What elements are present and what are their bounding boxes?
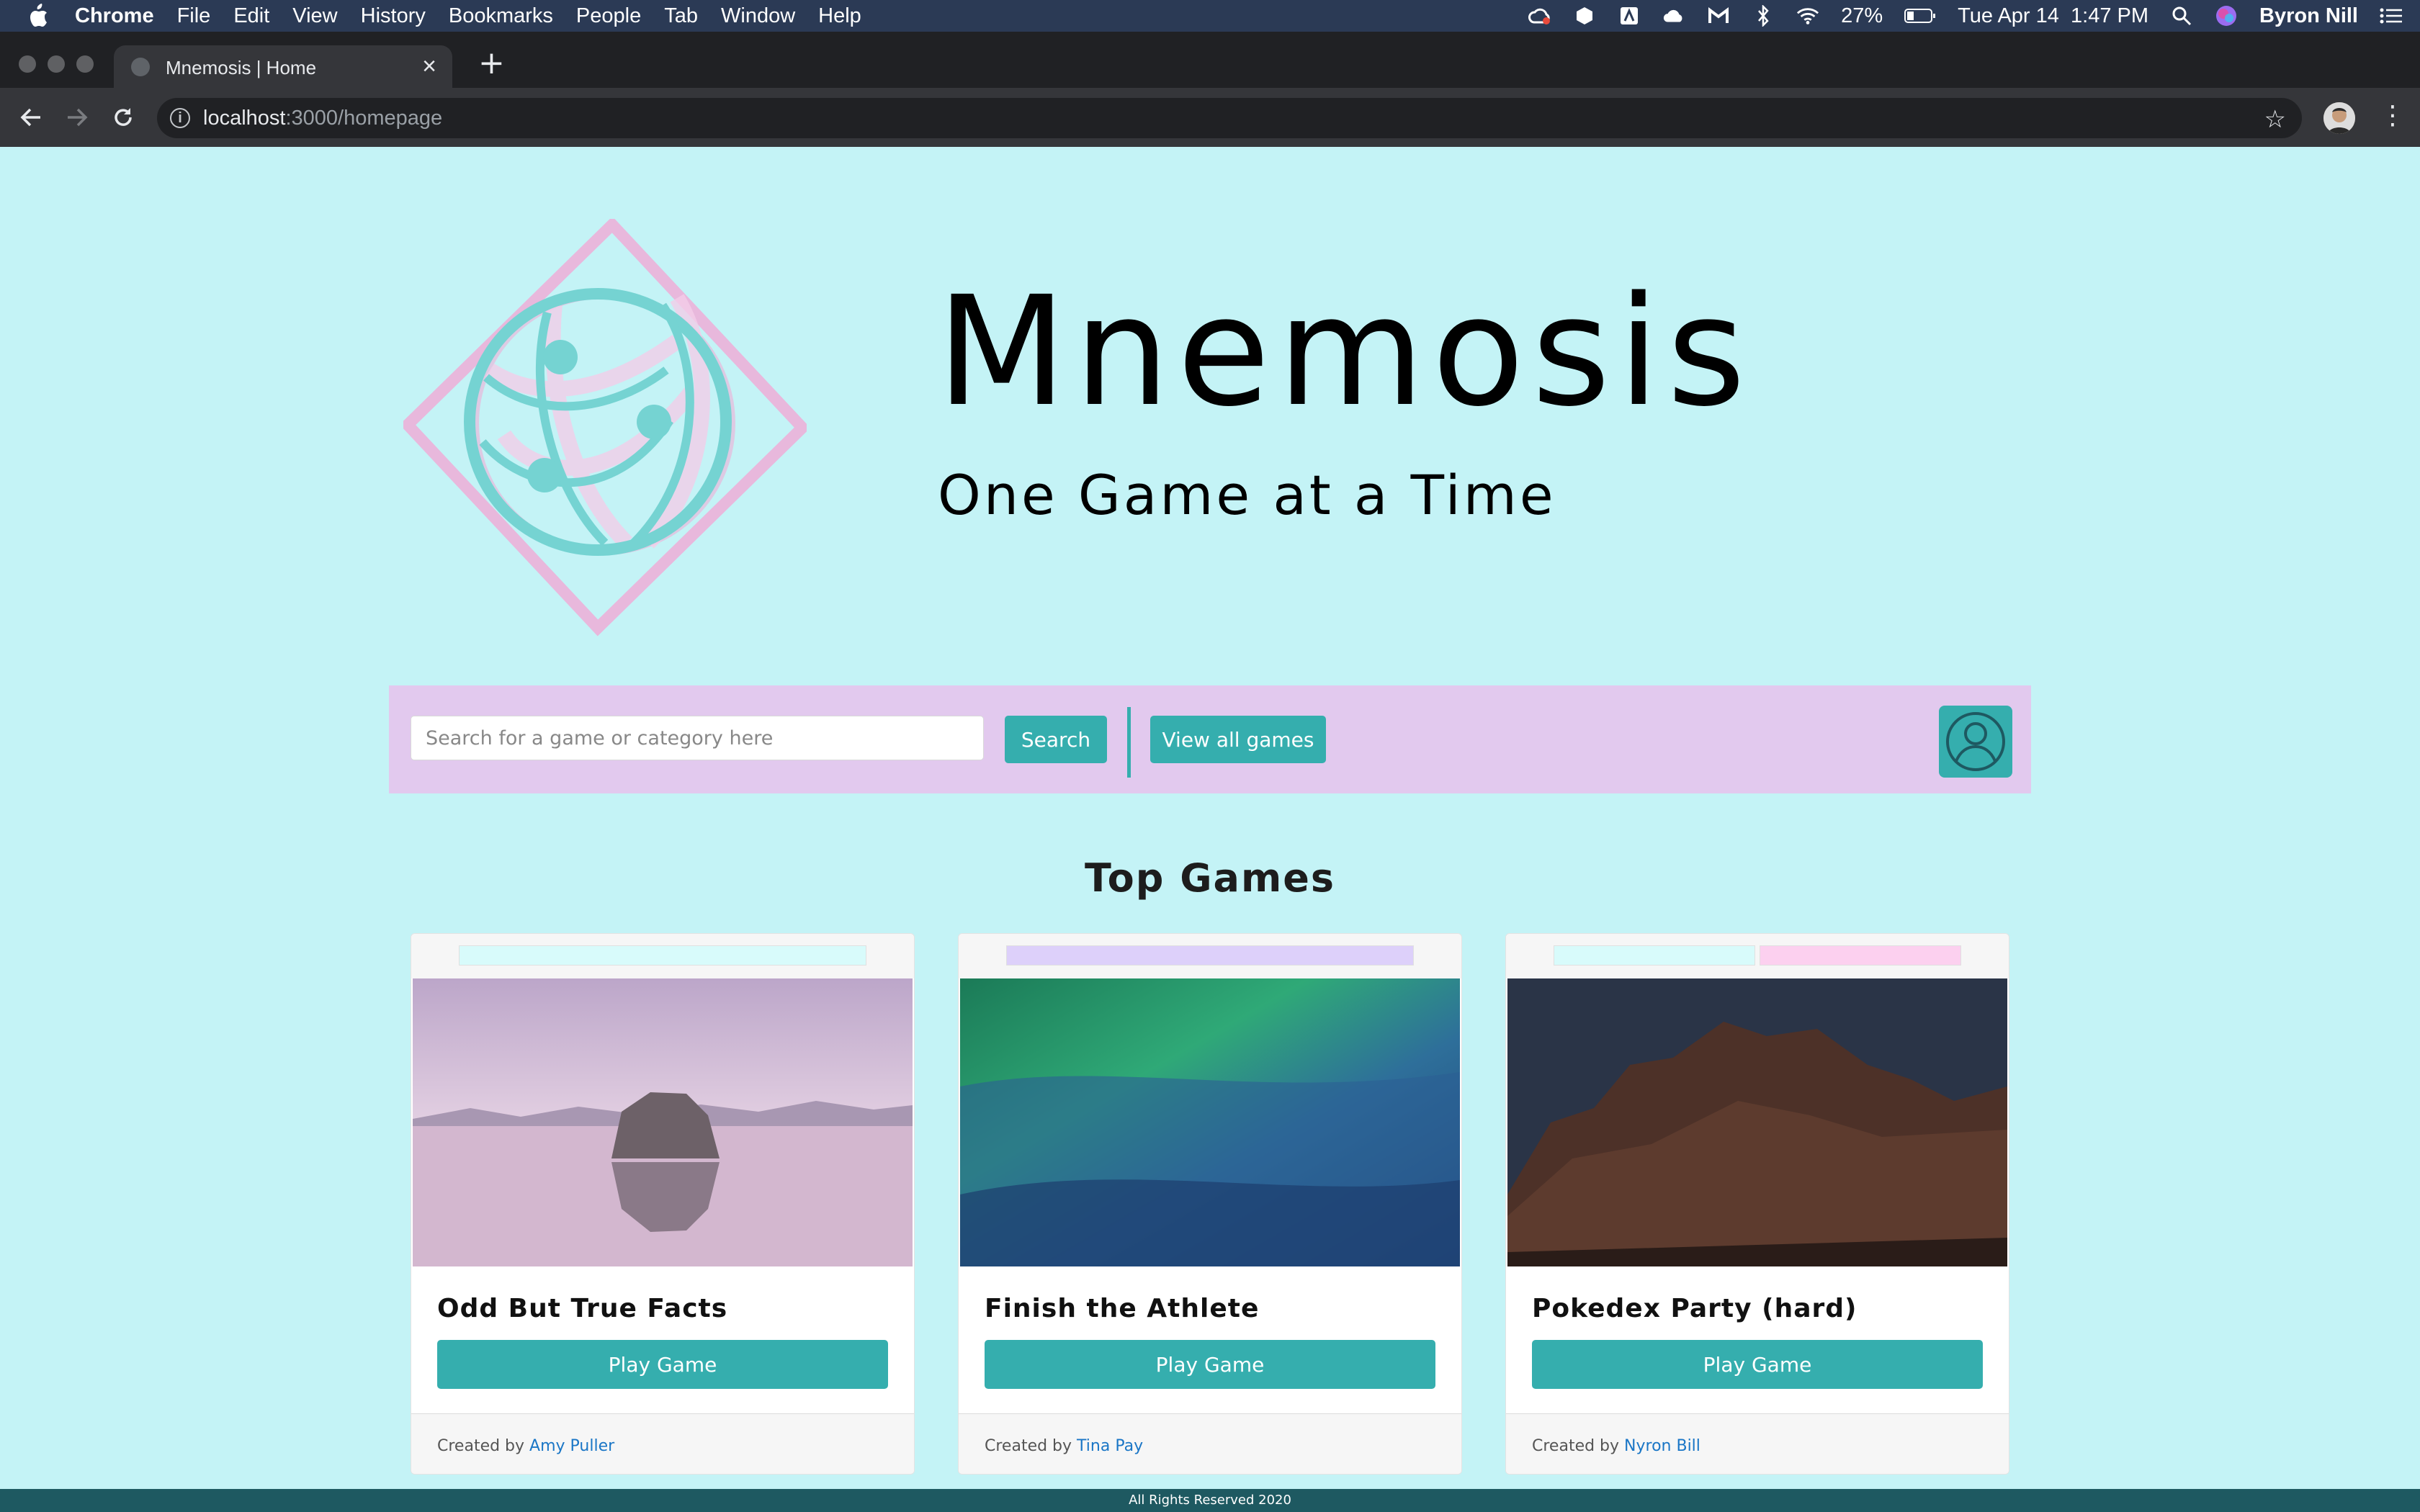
wifi-icon[interactable]	[1796, 5, 1819, 27]
created-by-label: Created by	[985, 1437, 1072, 1455]
menu-history[interactable]: History	[361, 4, 426, 28]
window-zoom-button[interactable]	[76, 55, 94, 73]
card-image-lake-rock	[413, 978, 913, 1266]
battery-percent: 27%	[1841, 4, 1883, 27]
url-path: :3000/homepage	[285, 106, 443, 130]
notification-center-icon[interactable]	[2380, 5, 2403, 27]
site-footer: All Rights Reserved 2020	[0, 1489, 2420, 1512]
card-footer: Created by Nyron Bill	[1506, 1413, 2009, 1474]
author-link[interactable]: Tina Pay	[1077, 1437, 1143, 1455]
user-name[interactable]: Byron Nill	[2259, 4, 2358, 28]
close-icon[interactable]: ×	[422, 53, 436, 81]
game-title: Finish the Athlete	[985, 1294, 1260, 1323]
clock[interactable]: Tue Apr 14 1:47 PM	[1958, 4, 2148, 28]
menu-tab[interactable]: Tab	[664, 4, 698, 28]
author-link[interactable]: Nyron Bill	[1624, 1437, 1700, 1455]
back-arrow-icon[interactable]	[13, 99, 49, 135]
gmail-icon[interactable]	[1707, 5, 1730, 27]
created-by-label: Created by	[437, 1437, 525, 1455]
window-close-button[interactable]	[19, 55, 36, 73]
site-info-icon[interactable]: i	[170, 108, 190, 128]
acrobat-icon[interactable]	[1618, 5, 1641, 27]
url-host: localhost	[203, 106, 286, 130]
play-game-button[interactable]: Play Game	[985, 1340, 1435, 1389]
more-menu-icon[interactable]: ⋮	[2380, 101, 2406, 130]
game-card: Pokedex Party (hard) Play Game Created b…	[1505, 933, 2009, 1475]
category-tag	[1554, 945, 1755, 966]
user-profile-button[interactable]	[1939, 706, 2012, 778]
search-toolbar: Search View all games	[389, 685, 2031, 793]
author-link[interactable]: Amy Puller	[529, 1437, 614, 1455]
menu-people[interactable]: People	[576, 4, 641, 28]
play-game-button[interactable]: Play Game	[1532, 1340, 1983, 1389]
menu-help[interactable]: Help	[818, 4, 861, 28]
mnemosis-globe-logo-icon	[403, 219, 807, 636]
box-icon[interactable]	[1573, 5, 1596, 27]
icloud-icon[interactable]	[1662, 5, 1685, 27]
card-footer: Created by Amy Puller	[411, 1413, 914, 1474]
browser-toolbar: i localhost:3000/homepage ☆ ⋮	[0, 88, 2420, 147]
address-bar[interactable]: i localhost:3000/homepage ☆	[157, 98, 2302, 138]
menu-app-chrome[interactable]: Chrome	[75, 4, 154, 28]
card-footer: Created by Tina Pay	[959, 1413, 1461, 1474]
created-by-text: Created by Nyron Bill	[1532, 1437, 1700, 1455]
top-games-heading: Top Games	[1084, 855, 1335, 901]
macos-menubar: Chrome File Edit View History Bookmarks …	[0, 0, 2420, 32]
browser-tab-strip: Mnemosis | Home × +	[0, 32, 2420, 88]
search-button[interactable]: Search	[1005, 716, 1107, 763]
bookmark-star-icon[interactable]: ☆	[2264, 105, 2286, 134]
game-card: Odd But True Facts Play Game Created by …	[411, 933, 915, 1475]
vertical-divider	[1127, 707, 1131, 778]
card-header	[1506, 934, 2009, 978]
category-tag	[1006, 945, 1414, 966]
created-by-text: Created by Tina Pay	[985, 1437, 1143, 1455]
card-header	[959, 934, 1461, 978]
card-image-rock-formation	[1507, 978, 2007, 1266]
brand-tagline: One Game at a Time	[938, 463, 1556, 527]
battery-icon[interactable]	[1904, 5, 1936, 27]
menu-bookmarks[interactable]: Bookmarks	[449, 4, 553, 28]
menu-view[interactable]: View	[292, 4, 337, 28]
card-header	[411, 934, 914, 978]
game-card: Finish the Athlete Play Game Created by …	[958, 933, 1462, 1475]
globe-icon	[131, 58, 150, 76]
play-game-button[interactable]: Play Game	[437, 1340, 888, 1389]
category-tag	[459, 945, 866, 966]
spotlight-search-icon[interactable]	[2170, 5, 2193, 27]
siri-icon[interactable]	[2215, 5, 2238, 27]
apple-icon[interactable]	[27, 4, 49, 28]
menu-file[interactable]: File	[177, 4, 211, 28]
category-tag	[1760, 945, 1961, 966]
browser-tab-active[interactable]: Mnemosis | Home ×	[114, 45, 452, 88]
reload-icon[interactable]	[105, 99, 141, 135]
bluetooth-icon[interactable]	[1752, 5, 1775, 27]
created-by-label: Created by	[1532, 1437, 1620, 1455]
menu-edit[interactable]: Edit	[233, 4, 269, 28]
brand-title: Mnemosis	[936, 264, 1753, 440]
creative-cloud-icon[interactable]	[1528, 5, 1551, 27]
new-tab-plus-icon[interactable]: +	[478, 48, 505, 79]
page-content: Mnemosis One Game at a Time Search View …	[0, 147, 2420, 1512]
user-icon	[1946, 712, 2005, 771]
window-minimize-button[interactable]	[48, 55, 65, 73]
tab-title: Mnemosis | Home	[166, 57, 317, 78]
created-by-text: Created by Amy Puller	[437, 1437, 614, 1455]
profile-avatar[interactable]	[2323, 102, 2355, 134]
game-title: Pokedex Party (hard)	[1532, 1294, 1857, 1323]
view-all-games-button[interactable]: View all games	[1150, 716, 1326, 763]
game-title: Odd But True Facts	[437, 1294, 728, 1323]
card-image-ocean-wave	[960, 978, 1460, 1266]
search-input[interactable]	[411, 716, 984, 760]
menu-window[interactable]: Window	[721, 4, 795, 28]
status-area: 27% Tue Apr 14 1:47 PM Byron Nill	[1528, 0, 2403, 32]
forward-arrow-icon[interactable]	[59, 99, 95, 135]
